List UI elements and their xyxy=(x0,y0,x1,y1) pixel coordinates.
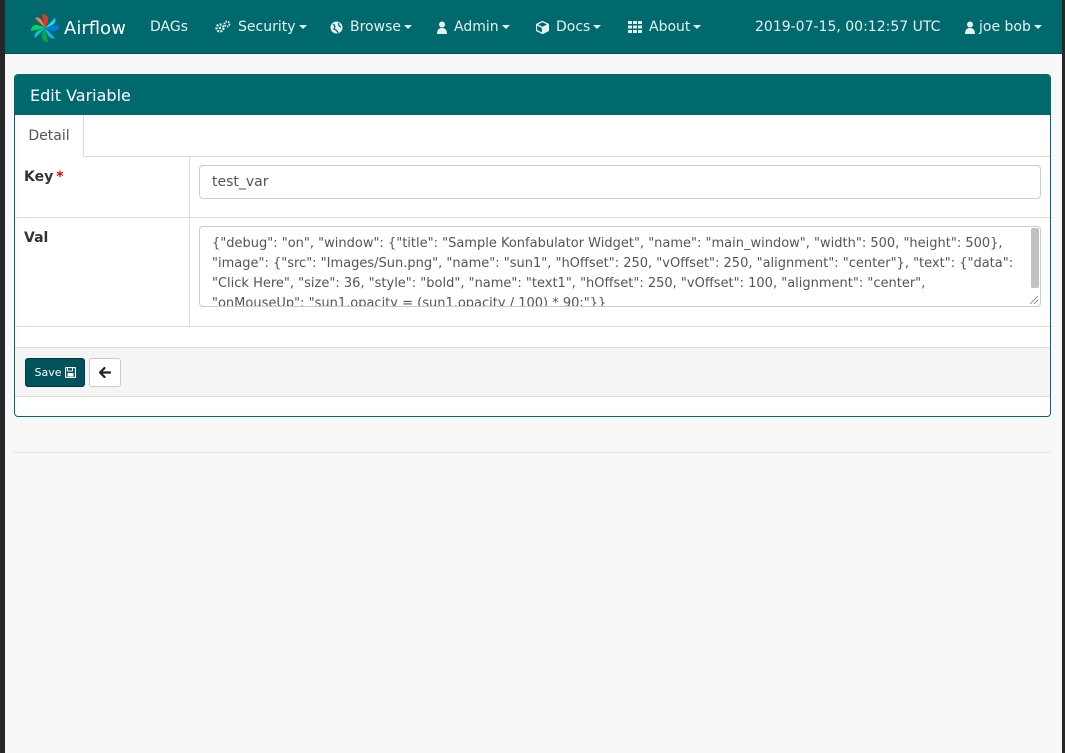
nav-browse-label: Browse xyxy=(350,19,401,35)
form-actions: Save xyxy=(15,348,1050,397)
nav-security[interactable]: Security xyxy=(215,0,307,54)
browser-window: Airflow DAGs Security Browse Admin Docs … xyxy=(5,0,1062,753)
back-button[interactable] xyxy=(89,358,121,387)
navbar: Airflow DAGs Security Browse Admin Docs … xyxy=(5,0,1062,54)
chevron-down-icon xyxy=(693,25,702,29)
required-marker: * xyxy=(56,169,64,185)
airflow-logo-icon xyxy=(31,14,59,42)
arrow-left-icon xyxy=(99,367,111,378)
datetime-text: 2019-07-15, 00:12:57 UTC xyxy=(755,19,941,35)
globe-icon xyxy=(330,21,343,34)
chevron-down-icon xyxy=(501,25,510,29)
val-field-cell: {"debug": "on", "window": {"title": "Sam… xyxy=(190,218,1050,326)
user-icon xyxy=(437,21,447,34)
val-row: Val {"debug": "on", "window": {"title": … xyxy=(15,218,1050,327)
floppy-disk-icon xyxy=(64,367,76,378)
nav-dags[interactable]: DAGs xyxy=(150,0,188,54)
server-datetime: 2019-07-15, 00:12:57 UTC xyxy=(755,0,940,54)
chevron-down-icon xyxy=(403,25,412,29)
nav-about-label: About xyxy=(649,19,691,35)
nav-dags-label: DAGs xyxy=(150,19,189,35)
key-row: Key * test_var xyxy=(15,157,1050,218)
spacer-row xyxy=(15,327,1050,348)
val-label-text: Val xyxy=(24,230,49,246)
panel-heading: Edit Variable xyxy=(15,75,1050,115)
gears-icon xyxy=(215,20,231,34)
brand-link[interactable]: Airflow xyxy=(29,12,126,44)
chevron-down-icon xyxy=(1033,25,1042,29)
nav-about[interactable]: About xyxy=(628,0,702,54)
key-label: Key * xyxy=(15,157,190,217)
nav-security-label: Security xyxy=(238,19,296,35)
user-name: joe bob xyxy=(979,19,1031,35)
nav-browse[interactable]: Browse xyxy=(330,0,412,54)
brand-text: Airflow xyxy=(64,17,126,39)
key-input[interactable]: test_var xyxy=(199,165,1041,199)
panel-title: Edit Variable xyxy=(30,85,131,105)
save-button-label: Save xyxy=(34,366,62,379)
key-field-cell: test_var xyxy=(190,157,1050,217)
user-menu[interactable]: joe bob xyxy=(965,0,1042,54)
chevron-down-icon xyxy=(593,25,602,29)
nav-docs[interactable]: Docs xyxy=(536,0,602,54)
val-textarea[interactable]: {"debug": "on", "window": {"title": "Sam… xyxy=(199,226,1041,307)
tab-detail-label: Detail xyxy=(28,128,70,144)
nav-admin[interactable]: Admin xyxy=(437,0,510,54)
key-label-text: Key xyxy=(24,169,54,185)
key-input-value: test_var xyxy=(212,174,269,190)
nav-admin-label: Admin xyxy=(454,19,499,35)
val-textarea-value: {"debug": "on", "window": {"title": "Sam… xyxy=(212,236,1014,307)
val-label: Val xyxy=(15,218,190,326)
resize-grip-icon[interactable] xyxy=(1030,296,1038,304)
save-button[interactable]: Save xyxy=(25,358,85,387)
chevron-down-icon xyxy=(298,25,307,29)
cube-icon xyxy=(536,20,549,34)
footer-divider xyxy=(14,452,1051,453)
grid-icon xyxy=(628,21,642,33)
edit-variable-panel: Edit Variable Detail Key* test_var Val xyxy=(14,74,1051,417)
nav-docs-label: Docs xyxy=(556,19,591,35)
tab-detail[interactable]: Detail xyxy=(15,115,84,157)
tab-bar: Detail xyxy=(15,115,1050,157)
textarea-scrollbar[interactable] xyxy=(1031,228,1039,288)
user-icon xyxy=(965,21,975,34)
